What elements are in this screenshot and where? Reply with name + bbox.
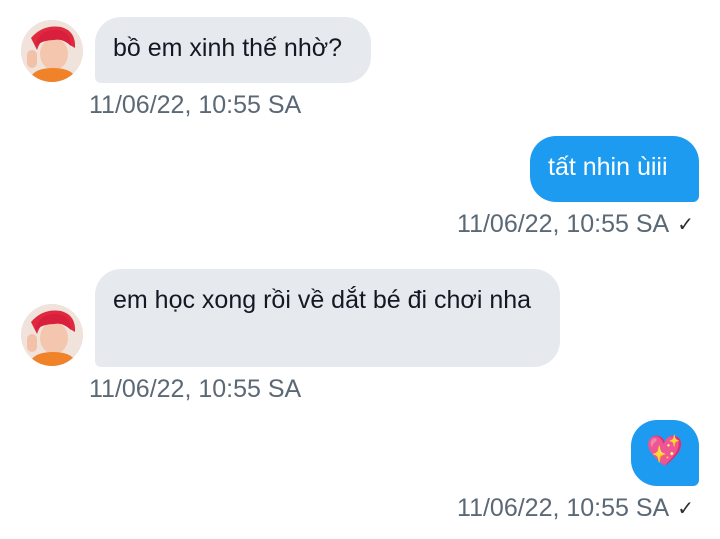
message-bubble-incoming[interactable]: bồ em xinh thế nhờ? — [95, 17, 371, 83]
timestamp-text: 11/06/22, 10:55 SA — [457, 210, 670, 238]
message-bubble-outgoing[interactable]: tất nhin ùiii — [530, 136, 699, 202]
message-timestamp: 11/06/22, 10:55 SA ✓ — [457, 209, 694, 240]
sparkling-heart-icon: 💖 — [646, 435, 684, 468]
avatar[interactable] — [21, 304, 83, 366]
message-timestamp: 11/06/22, 10:55 SA — [89, 374, 301, 404]
message-bubble-incoming[interactable]: em học xong rồi về dắt bé đi chơi nha — [95, 269, 560, 367]
message-timestamp: 11/06/22, 10:55 SA — [89, 90, 301, 120]
message-bubble-outgoing[interactable]: 💖 — [631, 420, 699, 486]
timestamp-text: 11/06/22, 10:55 SA — [89, 375, 302, 403]
message-text: tất nhin ùiii — [548, 153, 668, 181]
checkmark-icon: ✓ — [677, 498, 694, 520]
timestamp-text: 11/06/22, 10:55 SA — [457, 494, 670, 522]
avatar-photo — [21, 304, 83, 366]
timestamp-text: 11/06/22, 10:55 SA — [89, 91, 302, 119]
message-text: bồ em xinh thế nhờ? — [113, 34, 343, 62]
message-timestamp: 11/06/22, 10:55 SA ✓ — [457, 493, 694, 524]
avatar[interactable] — [21, 20, 83, 82]
avatar-photo — [21, 20, 83, 82]
message-text: em học xong rồi về dắt bé đi chơi nha — [113, 286, 532, 314]
checkmark-icon: ✓ — [677, 214, 694, 236]
